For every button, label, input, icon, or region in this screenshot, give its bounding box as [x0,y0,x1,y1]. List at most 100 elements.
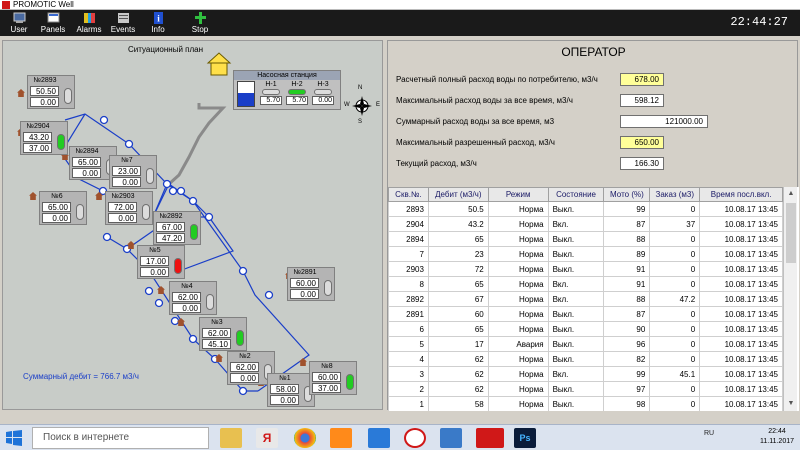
chrome-icon[interactable] [294,428,316,448]
table-row[interactable]: 7 23 Норма Выкл. 89 0 10.08.17 13:45 [388,246,783,262]
max-allowed-flow-field[interactable]: 650.00 [620,136,664,149]
table-cell: 5 [388,336,429,352]
well-2893[interactable]: №2893 50.50 0.00 [27,75,75,109]
yandex-browser-icon[interactable] [404,428,426,448]
table-cell: 37 [649,216,701,232]
valve-icon[interactable] [168,186,178,196]
table-row[interactable]: 2 62 Норма Выкл. 97 0 10.08.17 13:45 [388,381,783,397]
table-cell: 17 [427,336,489,352]
well-debit: 67.00 [156,222,185,232]
language-indicator[interactable]: RU [704,430,714,437]
total-flow-field[interactable]: 121000.00 [620,115,708,128]
stop-button[interactable]: Stop [183,11,217,35]
valve-icon[interactable] [162,179,172,189]
media-player-icon[interactable] [330,428,352,448]
well-debit: 23.00 [112,166,141,176]
table-vertical-scrollbar[interactable]: ▲ ▼ [783,187,797,411]
valve-icon[interactable] [154,298,164,308]
table-row[interactable]: 2893 50.5 Норма Выкл. 99 0 10.08.17 13:45 [388,201,783,217]
pump-h1[interactable]: Н-1 5.70 [260,81,282,109]
max-flow-field[interactable]: 598.12 [620,94,664,107]
valve-icon[interactable] [188,334,198,344]
user-button[interactable]: User [2,11,36,35]
valve-icon[interactable] [144,286,154,296]
edge-icon[interactable] [368,428,390,448]
volume-icon[interactable] [440,428,462,448]
table-cell: 10.08.17 13:45 [699,231,783,247]
table-cell: 0 [649,336,701,352]
table-row[interactable]: 6 65 Норма Выкл. 90 0 10.08.17 13:45 [388,321,783,337]
table-cell: 99 [603,366,651,382]
column-header-debit[interactable]: Дебит (м3/ч) [427,187,489,202]
column-header-order[interactable]: Заказ (м3) [649,187,701,202]
well-5[interactable]: №5 17.00 0.00 [137,245,185,279]
well-order: 47.20 [156,233,185,243]
photoshop-icon[interactable]: Ps [514,428,536,448]
current-flow-field[interactable]: 166.30 [620,157,664,170]
consumer-flow-field[interactable]: 678.00 [620,73,664,86]
valve-icon[interactable] [99,115,109,125]
table-row[interactable]: 3 62 Норма Вкл. 99 45.1 10.08.17 13:45 [388,366,783,382]
wells-table-body: 2893 50.5 Норма Выкл. 99 0 10.08.17 13:45 2904 4… [388,201,783,411]
well-7[interactable]: №7 23.00 0.00 [109,155,157,189]
pump-h3[interactable]: Н-3 0.00 [312,81,334,109]
scroll-thumb[interactable] [786,203,796,263]
column-header-mode[interactable]: Режим [487,187,549,202]
well-4[interactable]: №4 62.00 0.00 [169,281,217,315]
well-label: №6 [51,193,63,200]
well-6[interactable]: №6 65.00 0.00 [39,191,87,225]
pump-h2[interactable]: Н-2 5.70 [286,81,308,109]
table-row[interactable]: 1 58 Норма Выкл. 98 0 10.08.17 13:45 [388,396,783,411]
well-3[interactable]: №3 62.00 45.10 [199,317,247,351]
promotic-icon[interactable] [476,428,504,448]
table-cell: Выкл. [547,306,605,322]
scroll-down-arrow-icon[interactable]: ▼ [784,397,798,411]
windows-start-icon[interactable] [6,430,22,446]
valve-icon[interactable] [204,212,214,222]
valve-icon[interactable] [170,316,180,326]
valve-icon[interactable] [188,196,198,206]
table-row[interactable]: 5 17 Авария Выкл. 96 0 10.08.17 13:45 [388,336,783,352]
table-cell: 8 [388,276,429,292]
table-row[interactable]: 2892 67 Норма Вкл. 88 47.2 10.08.17 13:45 [388,291,783,307]
well-8[interactable]: №8 60.00 37.00 [309,361,357,395]
table-row[interactable]: 4 62 Норма Выкл. 82 0 10.08.17 13:45 [388,351,783,367]
user-icon [13,12,25,23]
table-row[interactable]: 2903 72 Норма Выкл. 91 0 10.08.17 13:45 [388,261,783,277]
info-button[interactable]: i Info [141,11,175,35]
compass-south-label: S [358,119,363,125]
well-1[interactable]: №1 58.00 0.00 [267,373,315,407]
well-2892[interactable]: №2892 67.00 47.20 [153,211,201,245]
situation-plan-panel: Ситуационный план N S W E Насосная станц… [2,40,383,410]
table-row[interactable]: 2904 43.2 Норма Вкл. 87 37 10.08.17 13:45 [388,216,783,232]
table-cell: 45.1 [649,366,701,382]
column-header-last-on[interactable]: Время посл.вкл. [699,187,783,202]
file-explorer-icon[interactable] [220,428,242,448]
well-label: №2894 [75,148,99,155]
table-cell: 98 [603,396,651,411]
valve-icon[interactable] [124,139,134,149]
table-row[interactable]: 2891 60 Норма Выкл. 87 0 10.08.17 13:45 [388,306,783,322]
events-button[interactable]: Events [106,11,140,35]
well-2891[interactable]: №2891 60.00 0.00 [287,267,335,301]
alarms-button[interactable]: Alarms [72,11,106,35]
scroll-up-arrow-icon[interactable]: ▲ [784,187,798,201]
valve-icon[interactable] [176,186,186,196]
column-header-moto[interactable]: Мото (%) [603,187,651,202]
column-header-state[interactable]: Состояние [547,187,605,202]
column-header-well-no[interactable]: Скв.№. [388,187,429,202]
well-2903[interactable]: №2903 72.00 0.00 [105,191,153,225]
taskbar-search-input[interactable]: Поиск в интернете [32,427,209,449]
panels-button[interactable]: Panels [36,11,70,35]
yandex-icon[interactable]: Я [256,428,278,448]
valve-icon[interactable] [238,266,248,276]
table-row[interactable]: 2894 65 Норма Выкл. 88 0 10.08.17 13:45 [388,231,783,247]
valve-icon[interactable] [102,232,112,242]
table-row[interactable]: 8 65 Норма Вкл. 91 0 10.08.17 13:45 [388,276,783,292]
pump-station-panel[interactable]: Насосная станция Н-1 5.70 Н-2 5.70 Н-3 0… [233,70,341,110]
valve-icon[interactable] [264,290,274,300]
well-2904[interactable]: №2904 43.20 37.00 [20,121,68,155]
valve-icon[interactable] [238,386,248,396]
taskbar-clock[interactable]: 22:44 11.11.2017 [760,427,794,447]
well-order: 0.00 [230,373,259,383]
